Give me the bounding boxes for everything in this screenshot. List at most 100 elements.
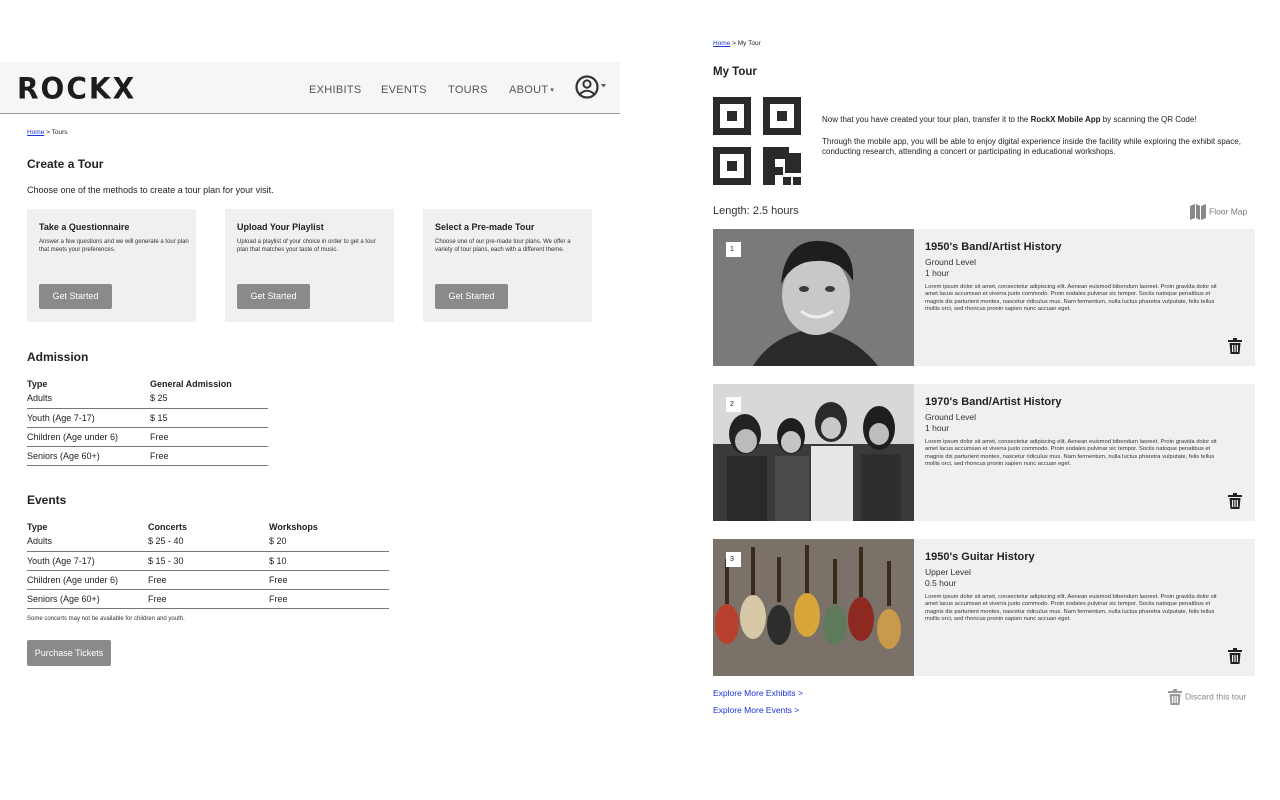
nav-tours[interactable]: TOURS: [448, 84, 488, 96]
card-description: Answer a few questions and we will gener…: [39, 239, 189, 253]
explore-exhibits-link[interactable]: Explore More Exhibits >: [713, 688, 803, 698]
stop-title: 1950's Guitar History: [925, 551, 1035, 563]
table-header: Type: [27, 379, 48, 389]
table-cell: Free: [150, 446, 268, 466]
user-menu-button[interactable]: [575, 75, 609, 99]
qr-instructions: Now that you have created your tour plan…: [822, 115, 1197, 124]
qr-code-icon: [713, 97, 801, 185]
stop-duration: 0.5 hour: [925, 578, 957, 588]
mobile-app-description: Through the mobile app, you will be able…: [822, 137, 1241, 156]
stop-title: 1970's Band/Artist History: [925, 396, 1062, 408]
discard-label: Discard this tour: [1185, 691, 1247, 702]
stop-photo: 3: [713, 539, 914, 676]
table-header-row: Type General Admission: [27, 377, 268, 389]
breadcrumb-home-link[interactable]: Home: [27, 129, 44, 136]
table-row: Seniors (Age 60+) Free: [27, 446, 268, 466]
breadcrumb: Home > My Tour: [713, 40, 761, 47]
purchase-tickets-button[interactable]: Purchase Tickets: [27, 640, 111, 666]
trash-icon[interactable]: [1228, 338, 1242, 354]
stop-level: Upper Level: [925, 567, 971, 577]
card-description: Upload a playlist of your choice in orde…: [237, 239, 376, 253]
stop-number: 2: [726, 397, 741, 412]
events-title: Events: [27, 493, 67, 507]
playlist-card: Upload Your Playlist Upload a playlist o…: [225, 209, 394, 322]
table-cell: Free: [148, 570, 269, 590]
breadcrumb-current: > My Tour: [730, 40, 761, 47]
create-tour-title: Create a Tour: [27, 157, 104, 171]
table-cell: Free: [148, 589, 269, 609]
map-icon: [1190, 204, 1206, 220]
tour-length: Length: 2.5 hours: [713, 205, 799, 217]
events-table: Type Concerts Workshops Adults $ 25 - 40…: [27, 520, 389, 609]
stop-photo: 1: [713, 229, 914, 366]
table-cell: Youth (Age 7-17): [27, 551, 148, 571]
card-description: Choose one of our pre-made tour plans. W…: [435, 239, 571, 253]
breadcrumb-home-link[interactable]: Home: [713, 40, 730, 47]
playlist-get-started-button[interactable]: Get Started: [237, 284, 310, 309]
nav-about-label: ABOUT: [509, 84, 549, 96]
qr-text-prefix: Now that you have created your tour plan…: [822, 115, 1031, 124]
discard-tour-button[interactable]: Discard this tour: [1168, 688, 1246, 706]
table-header: Workshops: [269, 522, 318, 532]
premade-tour-card: Select a Pre-made Tour Choose one of our…: [423, 209, 592, 322]
create-tour-intro: Choose one of the methods to create a to…: [27, 185, 274, 195]
my-tour-title: My Tour: [713, 66, 757, 78]
floor-map-link[interactable]: Floor Map: [1189, 203, 1247, 221]
table-cell: Free: [150, 427, 268, 447]
nav-events[interactable]: EVENTS: [381, 84, 427, 96]
breadcrumb: Home > Tours: [27, 129, 68, 136]
table-cell: Children (Age under 6): [27, 427, 150, 447]
stop-number: 1: [726, 242, 741, 257]
table-cell: $ 25: [150, 389, 268, 409]
nav-about[interactable]: ABOUT ▾: [509, 84, 554, 96]
card-title: Take a Questionnaire: [39, 222, 130, 232]
table-row: Youth (Age 7-17) $ 15: [27, 408, 268, 428]
stop-duration: 1 hour: [925, 268, 950, 278]
stop-title: 1950's Band/Artist History: [925, 241, 1062, 253]
table-cell: Free: [269, 589, 389, 609]
table-row: Youth (Age 7-17) $ 15 - 30 $ 10: [27, 551, 389, 571]
table-cell: $ 20: [269, 532, 389, 552]
rockx-logo[interactable]: ROCKX: [17, 71, 136, 106]
qr-text-suffix: by scanning the QR Code!: [1100, 115, 1197, 124]
table-cell: Adults: [27, 389, 150, 409]
nav-exhibits[interactable]: EXHIBITS: [309, 84, 362, 96]
stop-photo: 2: [713, 384, 914, 521]
stop-description: Lorem ipsum dolor sit amet, consectetur …: [925, 439, 1217, 467]
table-row: Children (Age under 6) Free: [27, 427, 268, 447]
admission-table: Type General Admission Adults $ 25 Youth…: [27, 377, 268, 466]
table-row: Adults $ 25 - 40 $ 20: [27, 532, 389, 552]
trash-icon[interactable]: [1228, 493, 1242, 509]
chevron-down-icon: ▾: [550, 87, 555, 95]
tour-stop-card[interactable]: 1 1950's Band/Artist History Ground Leve…: [713, 229, 1255, 366]
table-cell: Seniors (Age 60+): [27, 446, 150, 466]
trash-icon[interactable]: [1228, 648, 1242, 664]
premade-get-started-button[interactable]: Get Started: [435, 284, 508, 309]
table-cell: Adults: [27, 532, 148, 552]
card-title: Upload Your Playlist: [237, 222, 324, 232]
tours-page: ROCKX EXHIBITS EVENTS TOURS ABOUT ▾ Home …: [0, 0, 620, 800]
table-row: Adults $ 25: [27, 389, 268, 409]
table-cell: $ 15: [150, 408, 268, 428]
user-circle-icon: [575, 75, 606, 99]
table-cell: $ 10: [269, 551, 389, 571]
events-note: Some concerts may not be available for c…: [27, 616, 185, 622]
table-header: Concerts: [148, 522, 188, 532]
questionnaire-get-started-button[interactable]: Get Started: [39, 284, 112, 309]
table-row: Children (Age under 6) Free Free: [27, 570, 389, 590]
stop-level: Ground Level: [925, 257, 977, 267]
site-header: ROCKX EXHIBITS EVENTS TOURS ABOUT ▾: [0, 62, 620, 114]
table-row: Seniors (Age 60+) Free Free: [27, 589, 389, 609]
explore-events-link[interactable]: Explore More Events >: [713, 705, 799, 715]
table-header: General Admission: [150, 379, 232, 389]
tour-stop-card[interactable]: 3 1950's Guitar History Upper Level 0.5 …: [713, 539, 1255, 676]
card-title: Select a Pre-made Tour: [435, 222, 535, 232]
floor-map-label: Floor Map: [1209, 206, 1248, 217]
table-cell: Seniors (Age 60+): [27, 589, 148, 609]
table-cell: $ 15 - 30: [148, 551, 269, 571]
trash-icon: [1168, 689, 1182, 705]
stop-number: 3: [726, 552, 741, 567]
table-cell: Youth (Age 7-17): [27, 408, 150, 428]
questionnaire-card: Take a Questionnaire Answer a few questi…: [27, 209, 196, 322]
tour-stop-card[interactable]: 2 1970's Band/Artist History Ground Leve…: [713, 384, 1255, 521]
